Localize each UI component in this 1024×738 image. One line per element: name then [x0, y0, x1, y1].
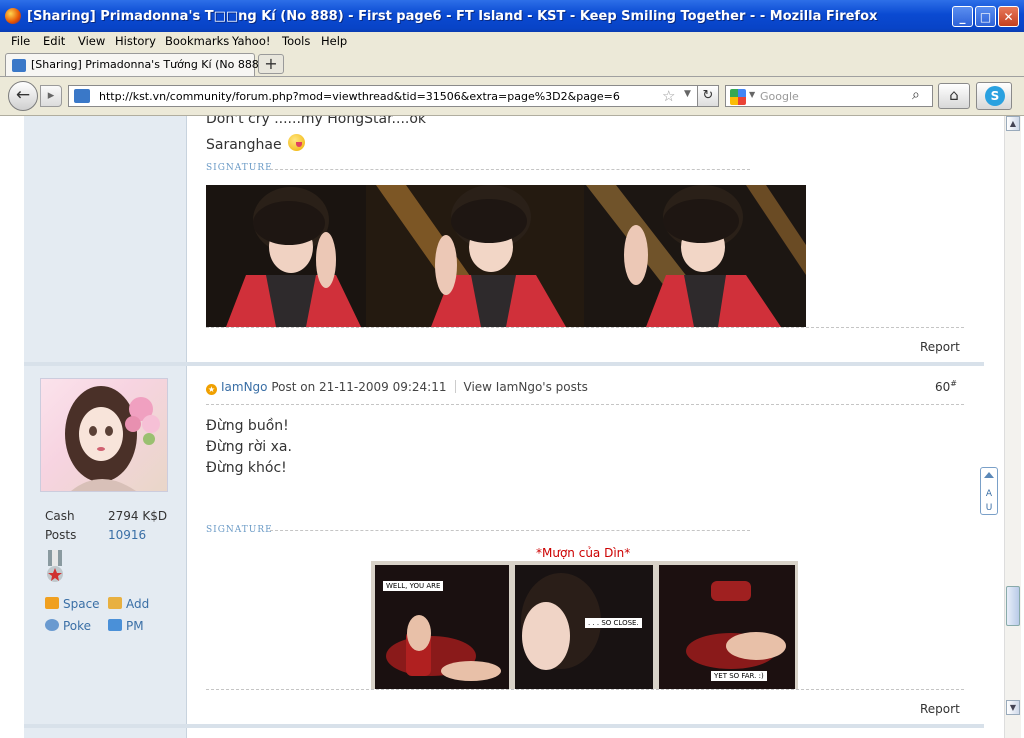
comic-caption: WELL, YOU ARE — [383, 581, 444, 591]
post-header: ★ IamNgo Post on 21-11-2009 09:24:11 View … — [206, 380, 588, 395]
new-tab-button[interactable]: + — [258, 54, 284, 74]
posts-value[interactable]: 10916 — [108, 528, 146, 542]
search-box[interactable]: ▼ Google ⌕ — [725, 85, 933, 107]
poke-label: Poke — [63, 619, 92, 633]
signature-comic-image: WELL, YOU ARE . . . SO CLOSE. YET SO FAR… — [371, 561, 798, 689]
page-content: Don't cry ......my HongStar....ok Sarang… — [0, 116, 1004, 738]
site-identity-icon[interactable] — [74, 89, 90, 103]
comic-caption: . . . SO CLOSE. — [585, 618, 642, 628]
search-engine-dropdown-icon[interactable]: ▼ — [749, 90, 755, 99]
menu-view[interactable]: View — [78, 34, 105, 48]
cash-value: 2794 K$D — [108, 509, 168, 523]
close-button[interactable]: ✕ — [998, 6, 1019, 27]
signature-divider — [270, 530, 750, 531]
report-link[interactable]: Report — [920, 702, 960, 716]
menu-help[interactable]: Help — [321, 34, 347, 48]
cash-label: Cash — [45, 509, 75, 523]
signature-label: SIGNATURE — [206, 525, 273, 535]
report-link[interactable]: Report — [920, 340, 960, 354]
header-divider — [206, 404, 964, 405]
tab-current[interactable]: [Sharing] Primadonna's Tướng Kí (No 888)… — [5, 53, 285, 76]
signature-divider — [270, 169, 750, 170]
menu-tools[interactable]: Tools — [282, 34, 310, 48]
post-line: Đừng khóc! — [206, 460, 287, 476]
reload-button[interactable]: ↻ — [697, 85, 719, 107]
add-friend-link[interactable]: Add — [108, 597, 149, 611]
online-star-icon: ★ — [206, 384, 217, 395]
post-line: Đừng rời xa. — [206, 439, 292, 455]
minimize-button[interactable]: _ — [952, 6, 973, 27]
handshake-icon — [108, 597, 122, 609]
floating-nav-button[interactable]: A U — [980, 467, 998, 515]
forward-button[interactable]: ▸ — [40, 85, 62, 107]
envelope-icon — [108, 619, 122, 631]
space-label: Space — [63, 597, 100, 611]
menu-edit[interactable]: Edit — [43, 34, 65, 48]
view-posts-link[interactable]: View IamNgo's posts — [464, 380, 588, 394]
site-favicon-icon — [12, 59, 26, 72]
add-label: Add — [126, 597, 150, 611]
post-divider — [206, 327, 964, 328]
google-icon[interactable] — [730, 89, 746, 105]
post-date: Post on 21-11-2009 09:24:11 — [271, 380, 447, 394]
pm-label: PM — [126, 619, 144, 633]
bookmark-star-icon[interactable]: ☆ — [662, 87, 675, 105]
navigation-bar: ← ▸ http://kst.vn/community/forum.php?mo… — [0, 77, 1024, 116]
tab-label: [Sharing] Primadonna's Tướng Kí (No 888)… — [31, 58, 285, 71]
post-separator — [24, 362, 984, 366]
post-separator — [24, 724, 984, 728]
url-bar[interactable]: http://kst.vn/community/forum.php?mod=vi… — [68, 85, 718, 107]
floor-hash: # — [950, 379, 957, 388]
signature-label: SIGNATURE — [206, 163, 273, 173]
url-text[interactable]: http://kst.vn/community/forum.php?mod=vi… — [99, 90, 620, 103]
post-floor-number[interactable]: 60# — [935, 379, 957, 394]
menu-file[interactable]: File — [11, 34, 30, 48]
floor-number: 60 — [935, 380, 951, 394]
search-placeholder[interactable]: Google — [760, 90, 799, 103]
skype-icon: S — [985, 86, 1005, 106]
post-text-line: Don't cry ......my HongStar....ok — [206, 116, 427, 127]
svg-text:A: A — [986, 489, 993, 499]
window-title: [Sharing] Primadonna's T□□ng Kí (No 888)… — [27, 9, 878, 24]
author-link[interactable]: IamNgo — [221, 380, 268, 394]
scroll-thumb[interactable] — [1006, 586, 1020, 626]
title-bar: [Sharing] Primadonna's T□□ng Kí (No 888)… — [0, 0, 1024, 32]
search-icon[interactable]: ⌕ — [912, 87, 920, 103]
signature-banner-image — [206, 185, 806, 327]
post-text-line: Saranghae — [206, 134, 306, 153]
scroll-down-button[interactable]: ▼ — [1006, 700, 1020, 715]
home-button[interactable]: ⌂ — [938, 83, 970, 109]
avatar[interactable] — [40, 378, 168, 492]
post-body: Đừng buồn! Đừng rời xa. Đừng khóc! — [206, 416, 292, 479]
signature-caption: *Mượn của Dìn* — [536, 546, 631, 560]
scroll-up-button[interactable]: ▲ — [1006, 116, 1020, 131]
pm-link[interactable]: PM — [108, 619, 144, 633]
url-dropdown-icon[interactable]: ▼ — [684, 89, 691, 99]
post-line: Đừng buồn! — [206, 418, 289, 434]
menu-yahoo[interactable]: Yahoo! — [232, 34, 270, 48]
menu-history[interactable]: History — [115, 34, 156, 48]
poke-icon — [45, 619, 59, 631]
poke-link[interactable]: Poke — [45, 619, 91, 633]
tab-bar: [Sharing] Primadonna's Tướng Kí (No 888)… — [0, 51, 1024, 77]
firefox-icon — [5, 8, 21, 24]
vertical-scrollbar[interactable]: ▲ ▼ — [1004, 116, 1021, 738]
header-separator — [454, 380, 456, 393]
post-divider — [206, 689, 964, 690]
skype-button[interactable]: S — [976, 82, 1012, 110]
comic-caption: YET SO FAR. :) — [711, 671, 767, 681]
menu-bookmarks[interactable]: Bookmarks — [165, 34, 229, 48]
svg-text:U: U — [986, 503, 993, 513]
smiley-icon — [288, 134, 306, 151]
menu-bar: File Edit View History Bookmarks Yahoo! … — [0, 32, 1024, 51]
home-icon — [45, 597, 59, 609]
back-button[interactable]: ← — [8, 81, 38, 111]
posts-label: Posts — [45, 528, 77, 542]
post-text: Saranghae — [206, 137, 282, 153]
maximize-button[interactable]: □ — [975, 6, 996, 27]
medal-icon — [45, 550, 65, 584]
space-link[interactable]: Space — [45, 597, 100, 611]
